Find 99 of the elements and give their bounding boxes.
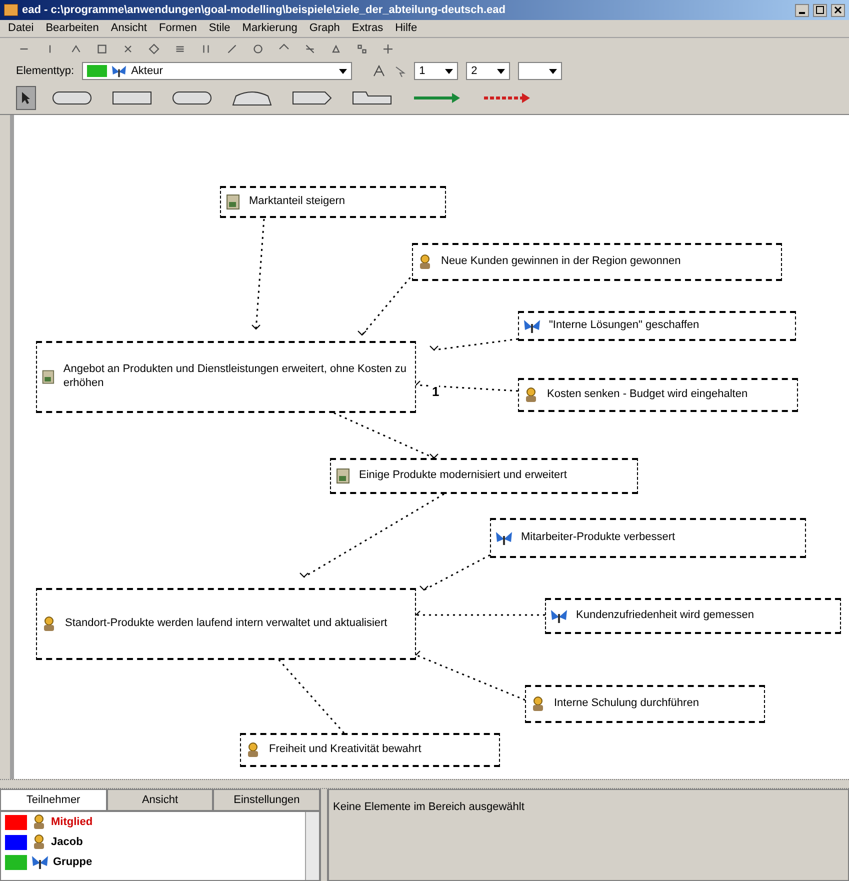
line-style-select[interactable]: 2 bbox=[466, 62, 510, 80]
node-label: Angebot an Produkten und Dienstleistungen erweitert, ohne Kosten zu erhöhen bbox=[63, 363, 408, 391]
butterfly-icon bbox=[523, 318, 541, 334]
tool-icon bbox=[148, 43, 160, 55]
tool-icon bbox=[70, 43, 82, 55]
diagram-canvas[interactable] bbox=[14, 115, 849, 779]
diagram-node[interactable]: Angebot an Produkten und Dienstleistungen erweitert, ohne Kosten zu erhöhen bbox=[36, 341, 416, 413]
maximize-button[interactable] bbox=[813, 4, 827, 16]
butterfly-icon bbox=[550, 608, 568, 624]
panel-tab[interactable]: Einstellungen bbox=[213, 789, 320, 811]
text-tool-icon bbox=[372, 64, 386, 78]
status-text: Keine Elemente im Bereich ausgewählt bbox=[333, 801, 524, 813]
tool-icon bbox=[330, 43, 342, 55]
person-icon bbox=[530, 696, 546, 712]
diagram-node[interactable]: Freiheit und Kreativität bewahrt bbox=[240, 733, 500, 767]
folder-shape-icon bbox=[352, 90, 392, 106]
menu-item[interactable]: Extras bbox=[352, 20, 384, 37]
menu-item[interactable]: Stile bbox=[208, 20, 230, 37]
splitter-handle[interactable] bbox=[320, 789, 328, 881]
butterfly-icon bbox=[31, 854, 49, 870]
diagram-node[interactable]: Mitarbeiter-Produkte verbessert bbox=[490, 518, 806, 558]
menu-item[interactable]: Ansicht bbox=[110, 20, 147, 37]
node-label: Kundenzufriedenheit wird gemessen bbox=[576, 609, 754, 623]
arrow-icon bbox=[412, 90, 462, 106]
tool-icon bbox=[382, 43, 394, 55]
legend-item[interactable]: Gruppe bbox=[1, 852, 305, 872]
tool-icon bbox=[252, 43, 264, 55]
cut-corner-shape-icon bbox=[292, 90, 332, 106]
color-swatch bbox=[87, 65, 108, 77]
diagram-node[interactable]: Kundenzufriedenheit wird gemessen bbox=[545, 598, 841, 634]
node-label: Kosten senken - Budget wird eingehalten bbox=[547, 388, 748, 402]
rounded-rectangle-icon bbox=[172, 90, 212, 106]
document-icon bbox=[225, 194, 241, 210]
rectangle-icon bbox=[112, 90, 152, 106]
document-icon bbox=[335, 468, 351, 484]
person-icon bbox=[417, 254, 433, 270]
person-icon bbox=[41, 616, 57, 632]
shape-tool[interactable] bbox=[16, 86, 36, 110]
butterfly-icon bbox=[111, 64, 128, 78]
legend-label: Mitglied bbox=[51, 814, 93, 830]
node-label: Einige Produkte modernisiert und erweitert bbox=[359, 469, 567, 483]
person-icon bbox=[31, 834, 47, 850]
element-type-label: Elementtyp: bbox=[16, 64, 74, 79]
legend-item[interactable]: Jacob bbox=[1, 832, 305, 852]
close-icon bbox=[834, 6, 842, 14]
minimize-button[interactable] bbox=[795, 4, 809, 16]
diagram-node[interactable]: Neue Kunden gewinnen in der Region gewonnen bbox=[412, 243, 782, 281]
node-label: Neue Kunden gewinnen in der Region gewonnen bbox=[441, 255, 681, 269]
node-label: "Interne Lösungen" geschaffen bbox=[549, 319, 700, 333]
menu-item[interactable]: Graph bbox=[309, 20, 340, 37]
panel-tab[interactable]: Ansicht bbox=[106, 789, 214, 811]
caret-icon bbox=[497, 68, 506, 74]
caret-icon bbox=[339, 68, 348, 74]
node-label: Interne Schulung durchführen bbox=[554, 697, 699, 711]
tool-icon bbox=[226, 43, 238, 55]
tool-icon bbox=[174, 43, 186, 55]
person-icon bbox=[523, 387, 539, 403]
tool-icon bbox=[122, 43, 134, 55]
dashed-arrow-icon bbox=[482, 90, 532, 106]
diagram-node[interactable]: Marktanteil steigern bbox=[220, 186, 446, 218]
tool-icon bbox=[356, 43, 368, 55]
node-label: Standort-Produkte werden laufend intern verwaltet und aktualisiert bbox=[65, 617, 388, 631]
menu-item[interactable]: Bearbeiten bbox=[46, 20, 99, 37]
element-type-select[interactable]: Akteur bbox=[82, 62, 352, 80]
diagram-node[interactable]: Standort-Produkte werden laufend intern verwaltet und aktualisiert bbox=[36, 588, 416, 660]
legend-label: Gruppe bbox=[53, 854, 92, 870]
node-label: Mitarbeiter-Produkte verbessert bbox=[521, 531, 676, 545]
menu-item[interactable]: Formen bbox=[158, 20, 197, 37]
legend-label: Jacob bbox=[51, 834, 83, 850]
line-style-select[interactable]: 1 bbox=[414, 62, 458, 80]
panel-tab[interactable]: Teilnehmer bbox=[0, 789, 107, 811]
diagram-node[interactable]: Kosten senken - Budget wird eingehalten bbox=[518, 378, 798, 412]
menu-item[interactable]: Markierung bbox=[242, 20, 298, 37]
legend-item[interactable]: Mitglied bbox=[1, 812, 305, 832]
person-icon bbox=[31, 814, 47, 830]
caret-icon bbox=[549, 68, 558, 74]
arc-shape-icon bbox=[232, 90, 272, 106]
window-title: ead - c:\programme\anwendungen\goal-modelling\beispiele\ziele_der_abteilung-deutsch.ead bbox=[22, 2, 506, 18]
close-button[interactable] bbox=[831, 4, 845, 16]
diagram-node[interactable]: "Interne Lösungen" geschaffen bbox=[518, 311, 796, 341]
menu-item[interactable]: Datei bbox=[8, 20, 34, 37]
document-icon bbox=[41, 369, 56, 385]
diagram-node[interactable]: Einige Produkte modernisiert und erweitert bbox=[330, 458, 638, 494]
butterfly-icon bbox=[495, 530, 513, 546]
app-icon bbox=[4, 4, 18, 16]
caret-icon bbox=[445, 68, 454, 74]
maximize-icon bbox=[816, 6, 824, 14]
fill-style-select[interactable] bbox=[518, 62, 562, 80]
person-icon bbox=[245, 742, 261, 758]
rounded-rectangle-icon bbox=[52, 90, 92, 106]
tool-icon bbox=[304, 43, 316, 55]
scrollbar[interactable] bbox=[305, 812, 319, 880]
tool-icon bbox=[200, 43, 212, 55]
diagram-node[interactable]: Interne Schulung durchführen bbox=[525, 685, 765, 723]
menu-item[interactable]: Hilfe bbox=[395, 20, 418, 37]
tool-icon bbox=[96, 43, 108, 55]
toolbar-button[interactable] bbox=[146, 41, 162, 57]
node-label: Marktanteil steigern bbox=[249, 195, 345, 209]
node-label: Freiheit und Kreativität bewahrt bbox=[269, 743, 422, 757]
